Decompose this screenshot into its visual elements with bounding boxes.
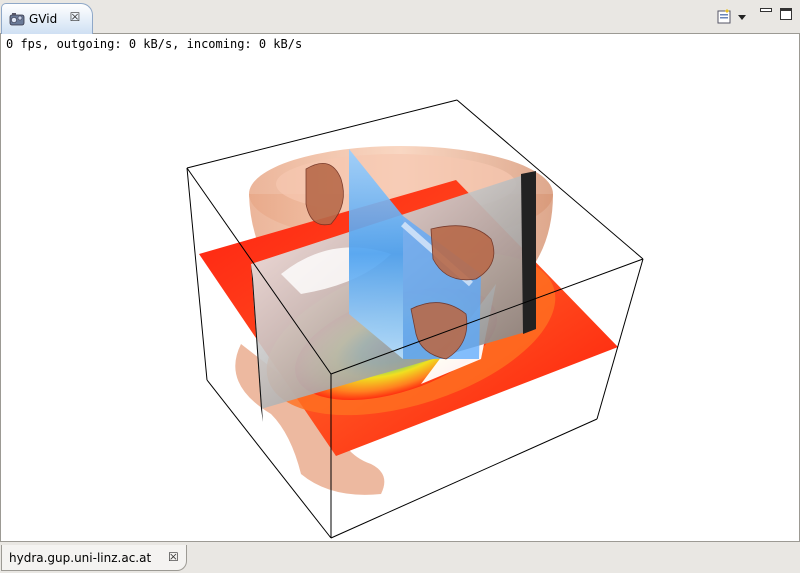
close-icon[interactable]: ☒ — [168, 550, 179, 564]
tab-gvid[interactable]: GVid ☒ — [1, 3, 93, 34]
view-menu-icon[interactable] — [716, 8, 750, 26]
minimize-icon[interactable] — [760, 8, 772, 18]
maximize-icon[interactable] — [780, 8, 792, 20]
close-icon[interactable]: ☒ — [68, 10, 82, 24]
volume-render — [186, 99, 644, 539]
tab-hydra-host-label: hydra.gup.uni-linz.ac.at — [9, 551, 152, 565]
tab-hydra-host[interactable]: hydra.gup.uni-linz.ac.at ☒ — [1, 545, 187, 571]
render-viewport[interactable] — [0, 54, 800, 542]
tab-gvid-label: GVid — [29, 12, 58, 26]
status-line: 0 fps, outgoing: 0 kB/s, incoming: 0 kB/… — [0, 34, 800, 54]
gvid-window: GVid ☒ 0 fps, outgoing: 0 kB/s, incoming… — [0, 0, 800, 573]
bottom-tab-bar: hydra.gup.uni-linz.ac.at ☒ — [0, 542, 800, 573]
gvid-app-icon — [9, 13, 25, 26]
view-tab-bar: GVid ☒ — [0, 0, 800, 34]
